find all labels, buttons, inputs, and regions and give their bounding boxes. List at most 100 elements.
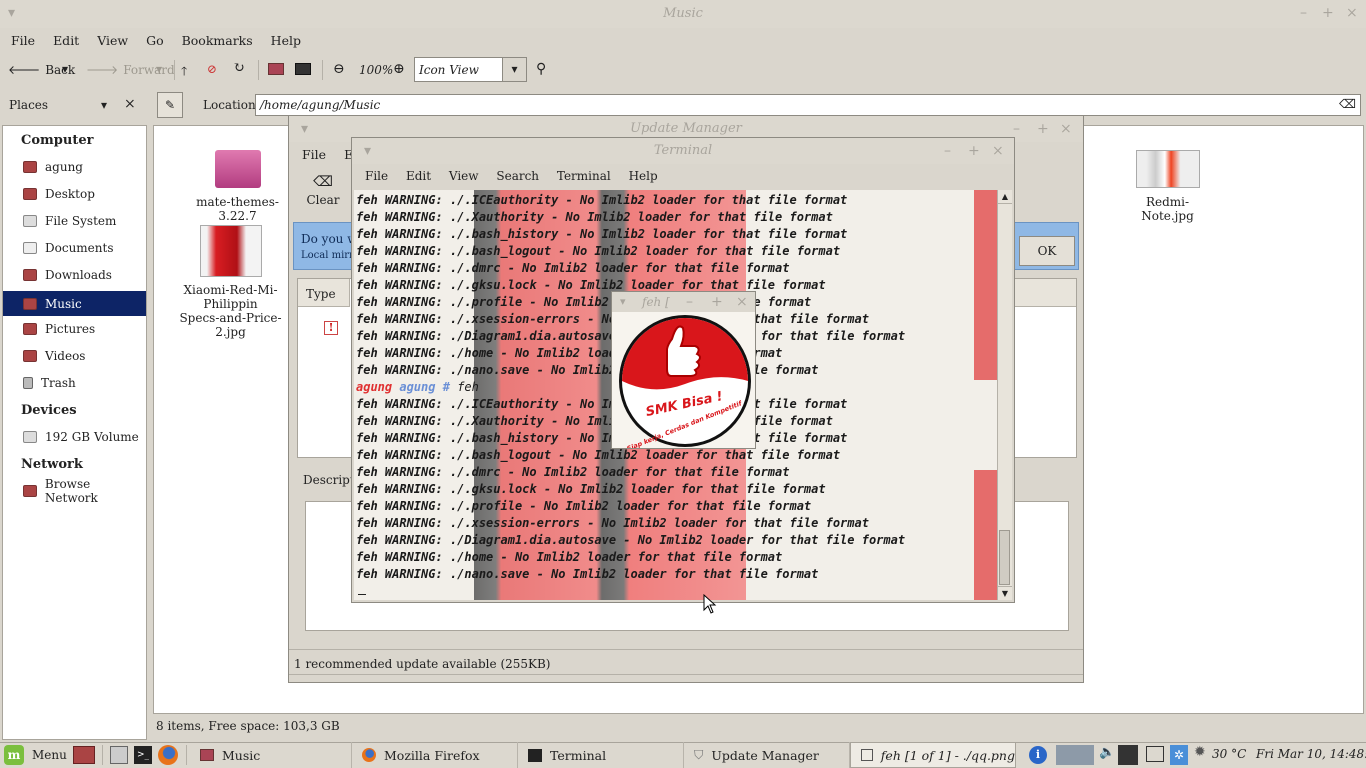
- term-menu-help[interactable]: Help: [629, 169, 658, 183]
- task-terminal[interactable]: Terminal: [518, 742, 684, 768]
- close-icon[interactable]: ×: [1060, 116, 1072, 142]
- start-menu-button[interactable]: m Menu: [4, 745, 67, 765]
- clear-button[interactable]: ⌫ Clear: [303, 174, 343, 207]
- menu-help[interactable]: Help: [271, 33, 301, 48]
- firefox-launcher-icon[interactable]: [158, 745, 178, 765]
- bluetooth-icon[interactable]: ✲: [1170, 745, 1188, 765]
- task-update-manager[interactable]: ⛉ Update Manager: [684, 742, 850, 768]
- sidebar-item-desktop[interactable]: Desktop: [23, 183, 95, 205]
- mouse-cursor-icon: [703, 594, 717, 614]
- sidebar-item-videos[interactable]: Videos: [23, 345, 85, 367]
- sidebar-item-downloads[interactable]: Downloads: [23, 264, 112, 286]
- weather-icon: ✹: [1194, 744, 1206, 760]
- sidebar: Computer agung Desktop File System Docum…: [2, 125, 147, 740]
- minimize-icon[interactable]: –: [944, 138, 951, 164]
- clock[interactable]: Fri Mar 10, 14:48:11: [1256, 747, 1366, 761]
- term-menu-search[interactable]: Search: [496, 169, 539, 183]
- menu-edit[interactable]: Edit: [53, 33, 79, 48]
- volume-icon[interactable]: 🔈: [1099, 745, 1115, 760]
- sidebar-item-documents[interactable]: Documents: [23, 237, 113, 259]
- view-mode-select[interactable]: Icon View ▾: [414, 57, 527, 82]
- fm-titlebar[interactable]: Music: [0, 0, 1366, 28]
- location-input[interactable]: /home/agung/Music ⌫: [255, 94, 1361, 116]
- term-menu-file[interactable]: File: [365, 169, 388, 183]
- toggle-location-button[interactable]: ✎: [157, 92, 183, 118]
- info-icon[interactable]: i: [1029, 746, 1047, 764]
- zoom-out-icon[interactable]: ⊖: [333, 61, 345, 77]
- window-menu-icon[interactable]: ▾: [620, 292, 626, 312]
- chevron-down-icon: ▾: [101, 98, 108, 112]
- terminal-line: feh WARNING: ./nano.save - No Imlib2 loa…: [356, 567, 819, 581]
- sidebar-item-agung[interactable]: agung: [23, 156, 83, 178]
- feh-titlebar[interactable]: feh [: [612, 292, 755, 312]
- menu-bookmarks[interactable]: Bookmarks: [182, 33, 253, 48]
- trash-icon: [23, 377, 33, 389]
- up-arrow-icon[interactable]: 🡑: [181, 62, 187, 83]
- firefox-icon: [362, 748, 376, 762]
- file-manager-launcher-icon[interactable]: [110, 746, 128, 764]
- sidebar-item-browse-network[interactable]: Browse Network: [23, 477, 146, 505]
- sidebar-item-pictures[interactable]: Pictures: [23, 318, 95, 340]
- terminal-scrollbar[interactable]: ▲ ▼: [997, 190, 1012, 600]
- sidebar-heading-network: Network: [21, 457, 83, 472]
- term-menu-view[interactable]: View: [449, 169, 479, 183]
- term-menu-terminal[interactable]: Terminal: [557, 169, 611, 183]
- sidebar-heading-computer: Computer: [21, 133, 94, 148]
- task-feh[interactable]: feh [1 of 1] - ./qq.png: [850, 742, 1016, 768]
- scrollbar-thumb[interactable]: [999, 530, 1010, 585]
- window-menu-icon[interactable]: ▾: [8, 0, 15, 26]
- zoom-in-icon[interactable]: ⊕: [393, 61, 405, 77]
- location-label: Location:: [203, 98, 260, 112]
- term-titlebar[interactable]: Terminal: [352, 138, 1014, 164]
- sidebar-item-filesystem[interactable]: File System: [23, 210, 116, 232]
- reload-icon[interactable]: ↻: [233, 60, 245, 76]
- file-redmi-note[interactable]: Redmi-Note.jpg: [1120, 150, 1215, 223]
- search-icon[interactable]: ⚲: [536, 61, 546, 77]
- minimize-icon[interactable]: –: [686, 292, 693, 312]
- column-header-rest[interactable]: [1012, 279, 1076, 307]
- places-selector[interactable]: Places ▾: [9, 98, 139, 112]
- file-mate-themes[interactable]: mate-themes-3.22.7: [180, 150, 295, 223]
- stop-icon[interactable]: ⊘: [207, 62, 217, 76]
- close-icon[interactable]: ×: [1346, 0, 1358, 26]
- scroll-up-icon[interactable]: ▲: [998, 190, 1012, 204]
- clear-location-icon[interactable]: ⌫: [1339, 97, 1356, 111]
- signal-icon[interactable]: [1118, 745, 1138, 765]
- computer-icon[interactable]: [295, 63, 311, 75]
- scroll-down-icon[interactable]: ▼: [998, 586, 1012, 600]
- maximize-icon[interactable]: +: [711, 292, 723, 312]
- window-menu-icon[interactable]: ▾: [301, 116, 308, 142]
- menu-view[interactable]: View: [97, 33, 128, 48]
- terminal-line: feh WARNING: ./.bash_logout - No Imlib2 …: [356, 244, 841, 258]
- minimize-icon[interactable]: –: [1300, 0, 1307, 26]
- sidebar-item-volume[interactable]: 192 GB Volume: [23, 426, 139, 448]
- drive-icon: [23, 431, 37, 443]
- network-icon[interactable]: [1146, 746, 1164, 762]
- file-xiaomi-specs[interactable]: Xiaomi-Red-Mi-Philippin Specs-and-Price-…: [168, 225, 293, 339]
- show-desktop-icon[interactable]: [73, 746, 95, 764]
- maximize-icon[interactable]: +: [1037, 116, 1049, 142]
- terminal-line: feh WARNING: ./home - No Imlib2 loader f…: [356, 550, 783, 564]
- task-music[interactable]: Music: [190, 742, 352, 768]
- music-icon: [23, 297, 37, 310]
- close-icon[interactable]: ×: [992, 138, 1004, 164]
- window-menu-icon[interactable]: ▾: [364, 138, 371, 164]
- sidebar-item-music[interactable]: Music: [3, 291, 146, 316]
- maximize-icon[interactable]: +: [1322, 0, 1334, 26]
- close-icon[interactable]: ×: [736, 292, 748, 312]
- back-dropdown-icon[interactable]: ▾: [62, 62, 68, 76]
- task-firefox[interactable]: Mozilla Firefox: [352, 742, 518, 768]
- term-menu-edit[interactable]: Edit: [406, 169, 431, 183]
- ok-button[interactable]: OK: [1019, 236, 1075, 266]
- sidebar-item-trash[interactable]: Trash: [23, 372, 76, 394]
- forward-dropdown-icon[interactable]: ▾: [156, 62, 162, 76]
- column-header-type[interactable]: Type: [298, 279, 350, 307]
- home-folder-icon[interactable]: [268, 63, 284, 75]
- maximize-icon[interactable]: +: [968, 138, 980, 164]
- terminal-launcher-icon[interactable]: >_: [134, 746, 152, 764]
- zoom-level: 100%: [359, 63, 394, 77]
- menu-file[interactable]: File: [11, 33, 35, 48]
- close-sidebar-icon[interactable]: ×: [124, 96, 136, 112]
- menu-go[interactable]: Go: [146, 33, 164, 48]
- um-menu-file[interactable]: File: [302, 147, 326, 162]
